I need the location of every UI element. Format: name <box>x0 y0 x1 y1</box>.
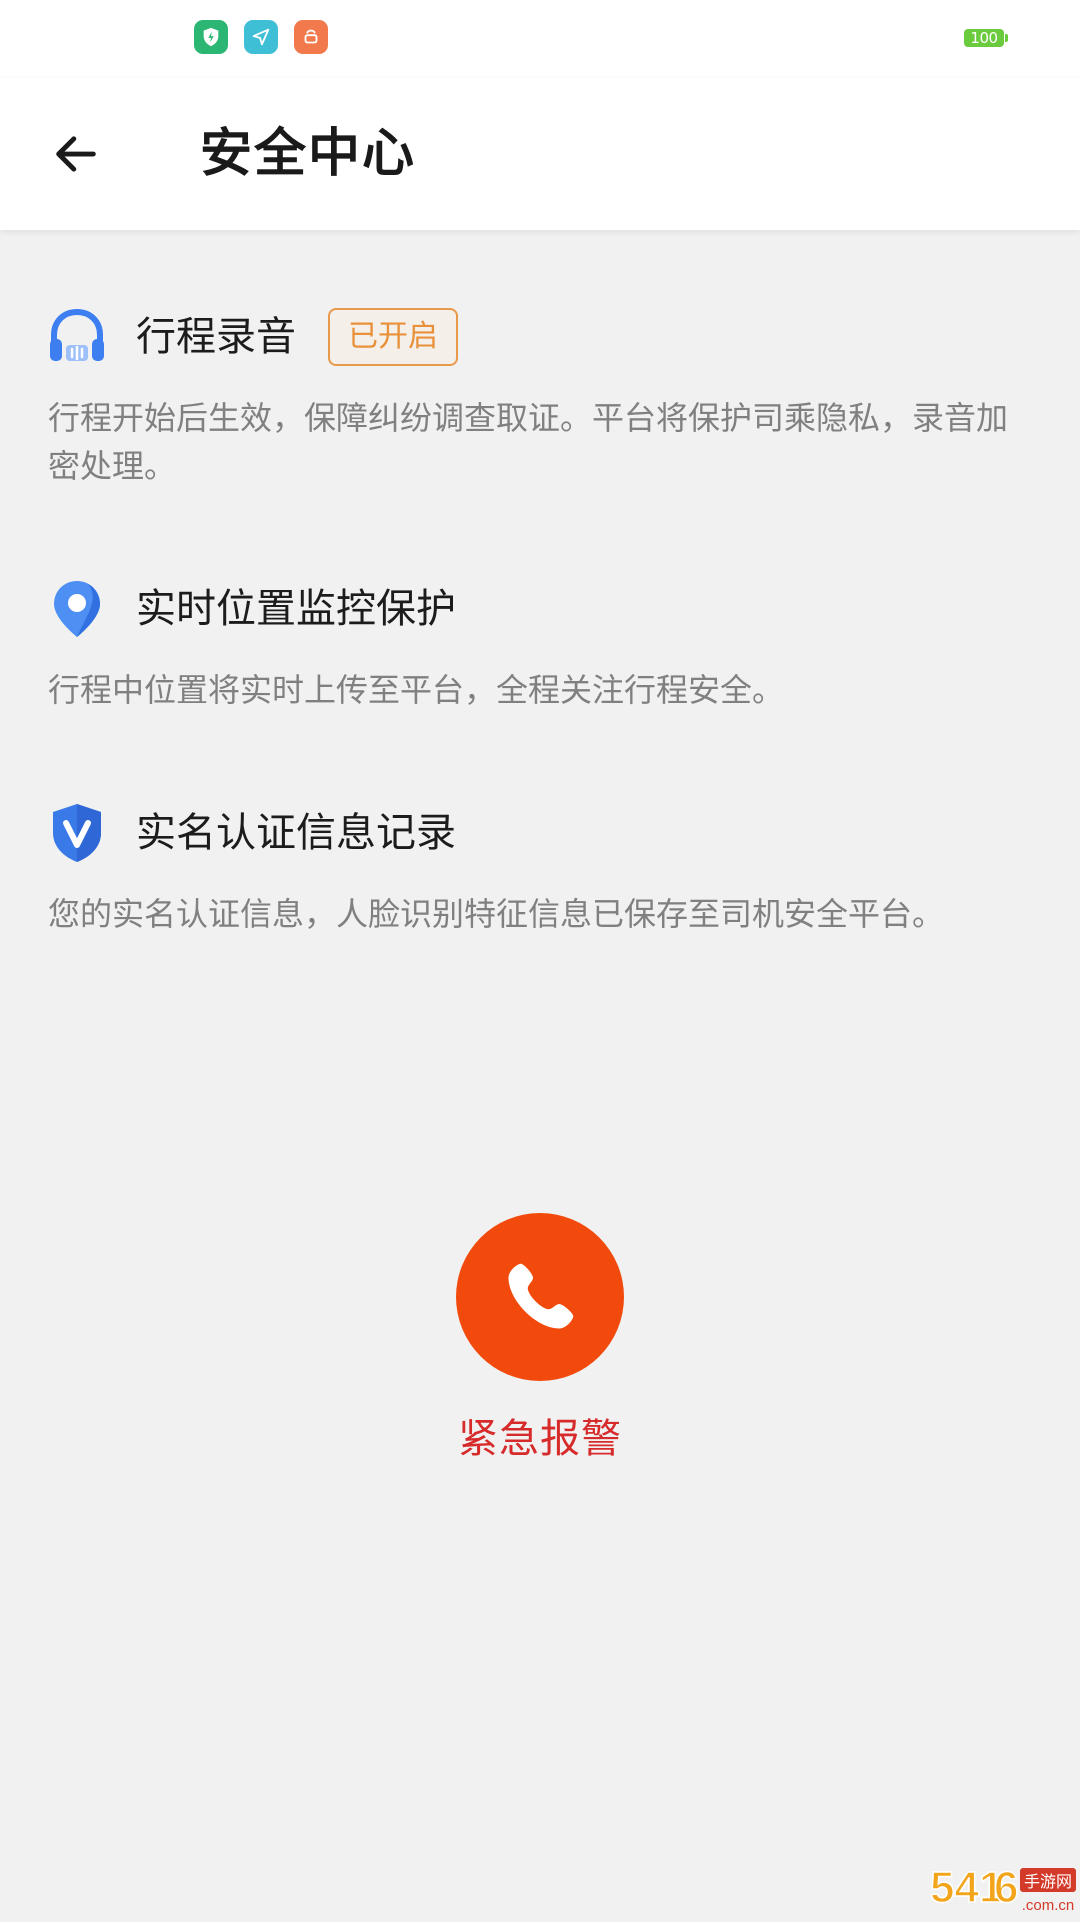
status-app-icons <box>194 20 328 54</box>
feature-title: 实名认证信息记录 <box>136 810 456 856</box>
back-button[interactable] <box>40 118 112 190</box>
emergency-section: 紧急报警 <box>0 1213 1080 1467</box>
watermark-logo: 541 6 手游网 .com.cn <box>928 1858 1078 1918</box>
phone-icon <box>508 1263 574 1329</box>
send-icon <box>244 20 278 54</box>
feature-head: 行程录音 已开启 <box>48 302 1038 372</box>
feature-description: 行程开始后生效，保障纠纷调查取证。平台将保护司乘隐私，录音加密处理。 <box>48 399 1009 485</box>
headphones-icon <box>48 305 106 369</box>
app-header: 安全中心 <box>0 78 1080 230</box>
arrow-left-icon <box>56 136 96 172</box>
status-bar: 100 <box>0 0 1080 78</box>
svg-text:541: 541 <box>930 1863 1003 1912</box>
location-pin-icon <box>48 577 106 641</box>
svg-text:6: 6 <box>994 1863 1018 1912</box>
feature-head: 实名认证信息记录 <box>48 798 1038 868</box>
page-title: 安全中心 <box>200 124 417 184</box>
status-badge: 已开启 <box>328 308 458 366</box>
battery-indicator: 100 <box>964 28 1008 48</box>
feature-title: 行程录音 <box>136 314 296 360</box>
shopping-bag-icon <box>294 20 328 54</box>
verified-shield-icon <box>48 801 106 865</box>
svg-text:手游网: 手游网 <box>1024 1872 1072 1891</box>
battery-tip <box>1005 34 1008 42</box>
feature-trip-recording: 行程录音 已开启 行程开始后生效，保障纠纷调查取证。平台将保护司乘隐私，录音加密… <box>48 302 1038 490</box>
shield-bolt-icon <box>194 20 228 54</box>
feature-description: 行程中位置将实时上传至平台，全程关注行程安全。 <box>48 671 785 709</box>
feature-location-monitoring: 实时位置监控保护 行程中位置将实时上传至平台，全程关注行程安全。 <box>48 574 1038 714</box>
svg-text:.com.cn: .com.cn <box>1022 1897 1075 1914</box>
emergency-call-label: 紧急报警 <box>458 1416 622 1462</box>
emergency-call-button[interactable] <box>456 1213 624 1381</box>
feature-head: 实时位置监控保护 <box>48 574 1038 644</box>
feature-title: 实时位置监控保护 <box>136 586 456 632</box>
feature-identity-record: 实名认证信息记录 您的实名认证信息，人脸识别特征信息已保存至司机安全平台。 <box>48 798 1038 938</box>
feature-description: 您的实名认证信息，人脸识别特征信息已保存至司机安全平台。 <box>48 895 945 933</box>
battery-level: 100 <box>964 29 1004 47</box>
